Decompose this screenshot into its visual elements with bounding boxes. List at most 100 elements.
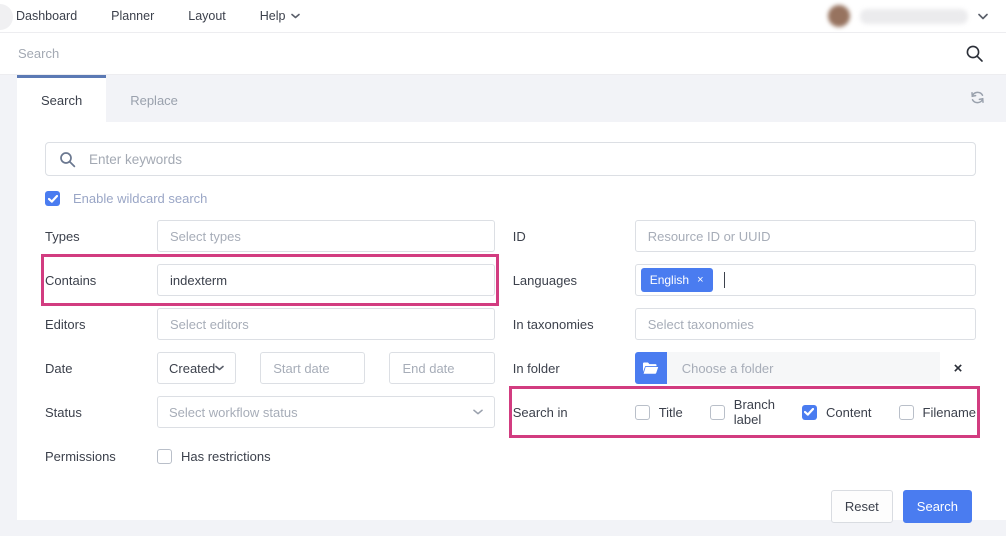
- field-row-folder: In folder Choose a folder ×: [513, 346, 976, 390]
- app-logo: [0, 4, 13, 30]
- contains-input[interactable]: [157, 264, 495, 296]
- nav-item-label: Dashboard: [16, 9, 77, 23]
- folder-placeholder[interactable]: Choose a folder: [667, 352, 940, 384]
- search-in-options: Title Branch label Content Filename: [635, 397, 976, 427]
- option-content[interactable]: Content: [802, 405, 872, 420]
- date-mode-select[interactable]: Created: [157, 352, 236, 384]
- end-date-input[interactable]: [389, 352, 494, 384]
- filename-checkbox[interactable]: [899, 405, 914, 420]
- field-row-taxonomies: In taxonomies: [513, 302, 976, 346]
- nav-item-help[interactable]: Help: [260, 9, 300, 23]
- field-label: Date: [45, 361, 157, 376]
- checkbox-label: Title: [659, 405, 683, 420]
- wildcard-row: Enable wildcard search: [45, 191, 976, 206]
- id-input[interactable]: [635, 220, 976, 252]
- text-cursor: [724, 272, 725, 288]
- check-icon: [48, 195, 58, 203]
- field-row-date: Date Created: [45, 346, 495, 390]
- checkbox-label: Filename: [923, 405, 976, 420]
- option-branch-label[interactable]: Branch label: [710, 397, 775, 427]
- nav-item-label: Help: [260, 9, 286, 23]
- form-actions: Reset Search: [45, 490, 976, 523]
- tab-label: Search: [41, 93, 82, 108]
- refresh-button[interactable]: [970, 90, 985, 110]
- chevron-down-icon: [473, 409, 483, 415]
- field-row-permissions: Permissions Has restrictions: [45, 434, 495, 478]
- folder-picker: Choose a folder ×: [635, 352, 976, 384]
- check-icon: [804, 408, 814, 416]
- folder-open-icon: [642, 361, 659, 375]
- global-search-input[interactable]: [16, 45, 816, 62]
- status-placeholder: Select workflow status: [169, 405, 298, 420]
- tab-replace[interactable]: Replace: [106, 75, 202, 122]
- reset-button[interactable]: Reset: [831, 490, 893, 523]
- languages-input[interactable]: English ×: [635, 264, 976, 296]
- types-input[interactable]: [157, 220, 495, 252]
- field-label: In folder: [513, 361, 635, 376]
- refresh-icon: [970, 90, 985, 105]
- content-checkbox[interactable]: [802, 405, 817, 420]
- field-label: Search in: [513, 405, 635, 420]
- checkbox-label: Content: [826, 405, 872, 420]
- field-label: Types: [45, 229, 157, 244]
- search-icon: [59, 151, 76, 168]
- search-button[interactable]: Search: [903, 490, 972, 523]
- field-row-editors: Editors: [45, 302, 495, 346]
- field-row-id: ID: [513, 214, 976, 258]
- option-title[interactable]: Title: [635, 405, 683, 420]
- field-label: Contains: [45, 273, 157, 288]
- nav-item-layout[interactable]: Layout: [188, 9, 226, 23]
- choose-folder-button[interactable]: [635, 352, 667, 384]
- field-row-contains: Contains: [45, 258, 495, 302]
- keywords-input[interactable]: [87, 151, 962, 168]
- field-label: Languages: [513, 273, 635, 288]
- keywords-field[interactable]: [45, 142, 976, 176]
- language-tag-label: English: [650, 273, 689, 287]
- field-label: ID: [513, 229, 635, 244]
- option-filename[interactable]: Filename: [899, 405, 976, 420]
- field-row-status: Status Select workflow status: [45, 390, 495, 434]
- status-select[interactable]: Select workflow status: [157, 396, 495, 428]
- top-nav-bar: Dashboard Planner Layout Help: [0, 0, 1006, 33]
- nav-item-label: Layout: [188, 9, 226, 23]
- nav-item-planner[interactable]: Planner: [111, 9, 154, 23]
- chevron-down-icon: [978, 13, 988, 20]
- nav-item-label: Planner: [111, 9, 154, 23]
- field-row-search-in: Search in Title Branch label Content: [513, 390, 976, 434]
- wildcard-checkbox[interactable]: [45, 191, 60, 206]
- nav-item-dashboard[interactable]: Dashboard: [16, 9, 77, 23]
- tab-label: Replace: [130, 93, 178, 108]
- clear-folder-button[interactable]: ×: [940, 360, 976, 377]
- date-mode-value: Created: [169, 361, 215, 376]
- chevron-down-icon: [291, 13, 300, 19]
- language-tag-english: English ×: [641, 268, 713, 292]
- user-menu[interactable]: [828, 5, 1006, 27]
- has-restrictions-checkbox[interactable]: [157, 449, 172, 464]
- global-search-bar: [0, 33, 1006, 75]
- chevron-down-icon: [215, 365, 224, 371]
- start-date-input[interactable]: [260, 352, 365, 384]
- remove-tag-icon[interactable]: ×: [697, 274, 703, 286]
- search-form: Types ID Contains Languages English ×: [45, 214, 976, 478]
- checkbox-label: Has restrictions: [181, 449, 271, 464]
- field-label: Status: [45, 405, 157, 420]
- tab-strip: Search Replace: [0, 75, 1006, 122]
- field-label: Editors: [45, 317, 157, 332]
- checkbox-label: Branch label: [734, 397, 775, 427]
- tab-search[interactable]: Search: [17, 75, 106, 122]
- empty-cell: [513, 434, 976, 478]
- user-name-redacted: [860, 9, 968, 24]
- field-row-languages: Languages English ×: [513, 258, 976, 302]
- avatar: [828, 5, 850, 27]
- taxonomies-input[interactable]: [635, 308, 976, 340]
- branch-label-checkbox[interactable]: [710, 405, 725, 420]
- field-label: In taxonomies: [513, 317, 635, 332]
- search-icon[interactable]: [965, 44, 984, 63]
- field-label: Permissions: [45, 449, 157, 464]
- editors-input[interactable]: [157, 308, 495, 340]
- title-checkbox[interactable]: [635, 405, 650, 420]
- wildcard-label: Enable wildcard search: [73, 191, 207, 206]
- option-has-restrictions[interactable]: Has restrictions: [157, 449, 271, 464]
- search-panel: Enable wildcard search Types ID Contains…: [17, 122, 1006, 520]
- field-row-types: Types: [45, 214, 495, 258]
